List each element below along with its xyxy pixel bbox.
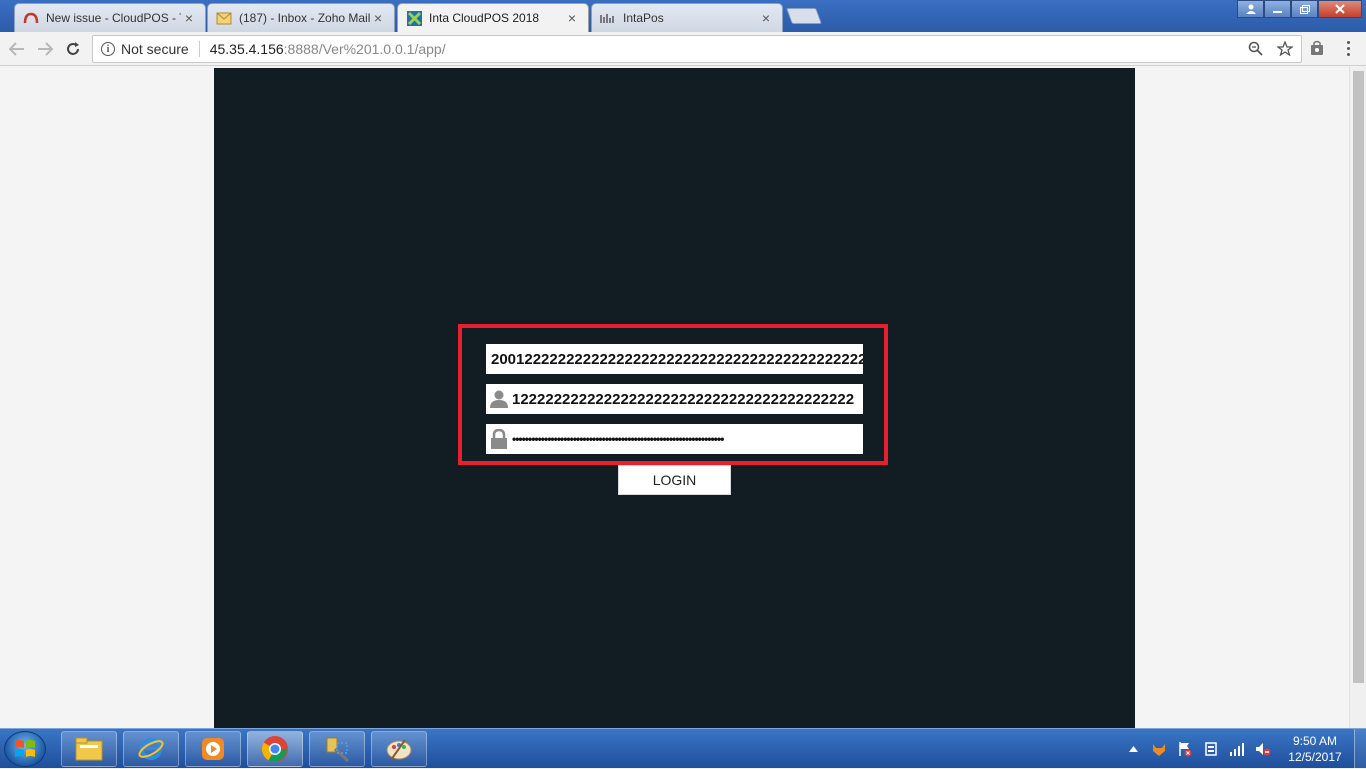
reload-button[interactable] [62,38,84,60]
taskbar-internet-explorer[interactable] [123,731,179,767]
chrome-icon [261,736,288,762]
show-hidden-icons-icon[interactable] [1123,739,1143,759]
close-icon[interactable]: × [758,10,774,26]
company-code-field[interactable] [486,344,863,374]
start-button[interactable] [4,731,46,767]
back-button[interactable] [6,38,28,60]
omnibox-actions [1248,40,1294,60]
browser-toolbar: i Not secure 45.35.4.156:8888/Ver%201.0.… [0,32,1366,66]
intapos-x-icon [406,10,422,26]
tab-intapos[interactable]: IntaPos × [591,3,783,32]
password-field[interactable] [486,424,863,454]
window-controls [1237,0,1362,18]
tab-inta-cloudpos[interactable]: Inta CloudPOS 2018 × [397,3,589,32]
password-input[interactable] [512,424,863,454]
tab-title: New issue - CloudPOS - T [46,11,181,25]
clock-time: 9:50 AM [1292,734,1338,748]
close-icon[interactable]: × [370,10,386,26]
tab-zoho-inbox[interactable]: (187) - Inbox - Zoho Mail × [207,3,395,32]
windows-logo-icon [15,740,35,757]
tab-cloudpos-issue[interactable]: New issue - CloudPOS - T × [14,3,206,32]
clock[interactable]: 9:50 AM 12/5/2017 [1282,733,1348,765]
address-bar[interactable]: i Not secure 45.35.4.156:8888/Ver%201.0.… [92,35,1302,63]
volume-muted-icon[interactable] [1253,739,1273,759]
minimize-button[interactable] [1264,0,1291,18]
arrow-left-icon [9,42,24,56]
scrollbar-thumb[interactable] [1353,71,1364,683]
vertical-scrollbar[interactable] [1349,67,1366,728]
mail-icon [216,10,232,26]
cloud-icon [23,10,39,26]
reload-icon [67,42,79,55]
action-center-icon[interactable] [1175,739,1195,759]
device-tray-icon[interactable] [1201,739,1221,759]
tab-title: Inta CloudPOS 2018 [429,11,540,25]
fox-tray-icon[interactable] [1149,739,1169,759]
company-code-input[interactable] [491,344,863,374]
url-path: :8888/Ver%201.0.0.1/app/ [283,41,446,57]
close-window-button[interactable] [1318,0,1362,18]
extension-icon[interactable] [1307,38,1327,58]
explorer-icon [75,737,103,761]
login-button[interactable]: LOGIN [618,465,731,495]
arrow-right-icon [38,42,53,56]
taskbar-paint[interactable] [371,731,427,767]
taskbar-tool[interactable] [309,731,365,767]
taskbar-explorer[interactable] [61,731,117,767]
close-icon[interactable]: × [181,10,197,26]
new-tab-button[interactable] [786,8,822,24]
user-icon[interactable] [1237,0,1264,18]
tab-title: IntaPos [623,11,664,25]
media-player-icon [202,738,224,760]
menu-icon[interactable] [1338,38,1358,58]
zoom-icon[interactable] [1248,41,1263,60]
network-signal-icon[interactable] [1227,739,1247,759]
username-field[interactable] [486,384,863,414]
taskbar-chrome[interactable] [247,731,303,767]
close-icon[interactable]: × [564,10,580,26]
taskbar-media-player[interactable] [185,731,241,767]
security-label[interactable]: Not secure [121,41,200,57]
lock-icon [486,424,512,454]
tool-icon [326,737,350,763]
username-input[interactable] [512,384,863,414]
user-icon [486,384,512,414]
clock-date: 12/5/2017 [1288,750,1342,764]
windows-taskbar: 9:50 AM 12/5/2017 [0,728,1366,769]
forward-button[interactable] [34,38,56,60]
tab-title: (187) - Inbox - Zoho Mail [239,11,370,25]
info-icon[interactable]: i [101,42,115,56]
url-host: 45.35.4.156 [209,41,284,57]
system-tray: 9:50 AM 12/5/2017 [1120,729,1366,769]
paint-icon [386,739,412,761]
ie-icon [138,738,164,760]
restore-button[interactable] [1291,0,1318,18]
intapos-icon [600,10,616,26]
tab-strip: New issue - CloudPOS - T × (187) - Inbox… [0,0,1366,32]
bookmark-star-icon[interactable] [1276,40,1294,60]
show-desktop-button[interactable] [1354,729,1366,769]
